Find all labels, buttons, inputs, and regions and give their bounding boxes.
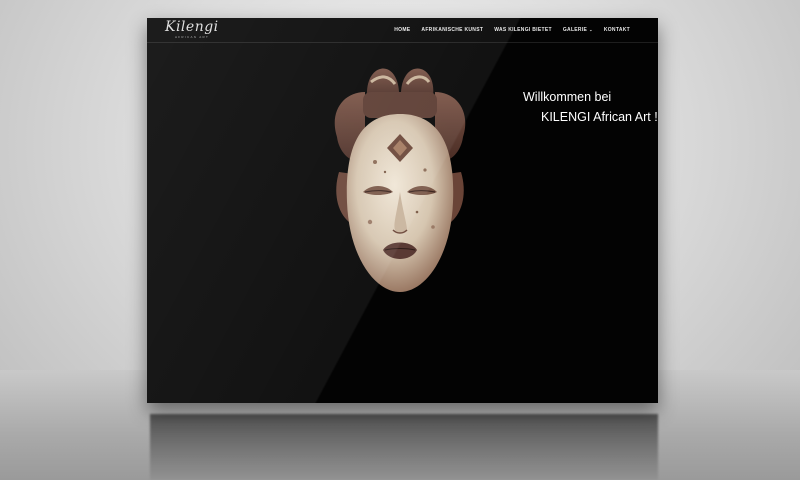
punu-mask-image xyxy=(334,68,466,292)
site-logo[interactable]: Kilengi African Art xyxy=(165,20,219,39)
site-header: Kilengi African Art HOME AFRIKANISCHE KU… xyxy=(147,18,658,43)
hero-line-1: Willkommen bei xyxy=(523,90,612,104)
chevron-down-icon: ⌄ xyxy=(589,27,593,32)
nav-galerie-label: GALERIE xyxy=(562,27,588,33)
logo-wordmark: Kilengi xyxy=(165,19,219,35)
screen-reflection xyxy=(150,414,658,480)
logo-tagline: African Art xyxy=(175,35,210,39)
main-navigation: HOME AFRIKANISCHE KUNST WAS KILENGI BIET… xyxy=(394,27,630,33)
website-screenshot: Kilengi African Art HOME AFRIKANISCHE KU… xyxy=(147,18,658,403)
hero-line-2: KILENGI African Art ! xyxy=(541,110,658,124)
nav-home[interactable]: HOME xyxy=(394,27,410,33)
nav-was-kilengi-bietet[interactable]: WAS KILENGI BIETET xyxy=(494,27,552,33)
nav-galerie[interactable]: GALERIE ⌄ xyxy=(563,27,593,33)
nav-kontakt[interactable]: KONTAKT xyxy=(604,27,630,33)
nav-afrikanische-kunst[interactable]: AFRIKANISCHE KUNST xyxy=(421,27,483,33)
